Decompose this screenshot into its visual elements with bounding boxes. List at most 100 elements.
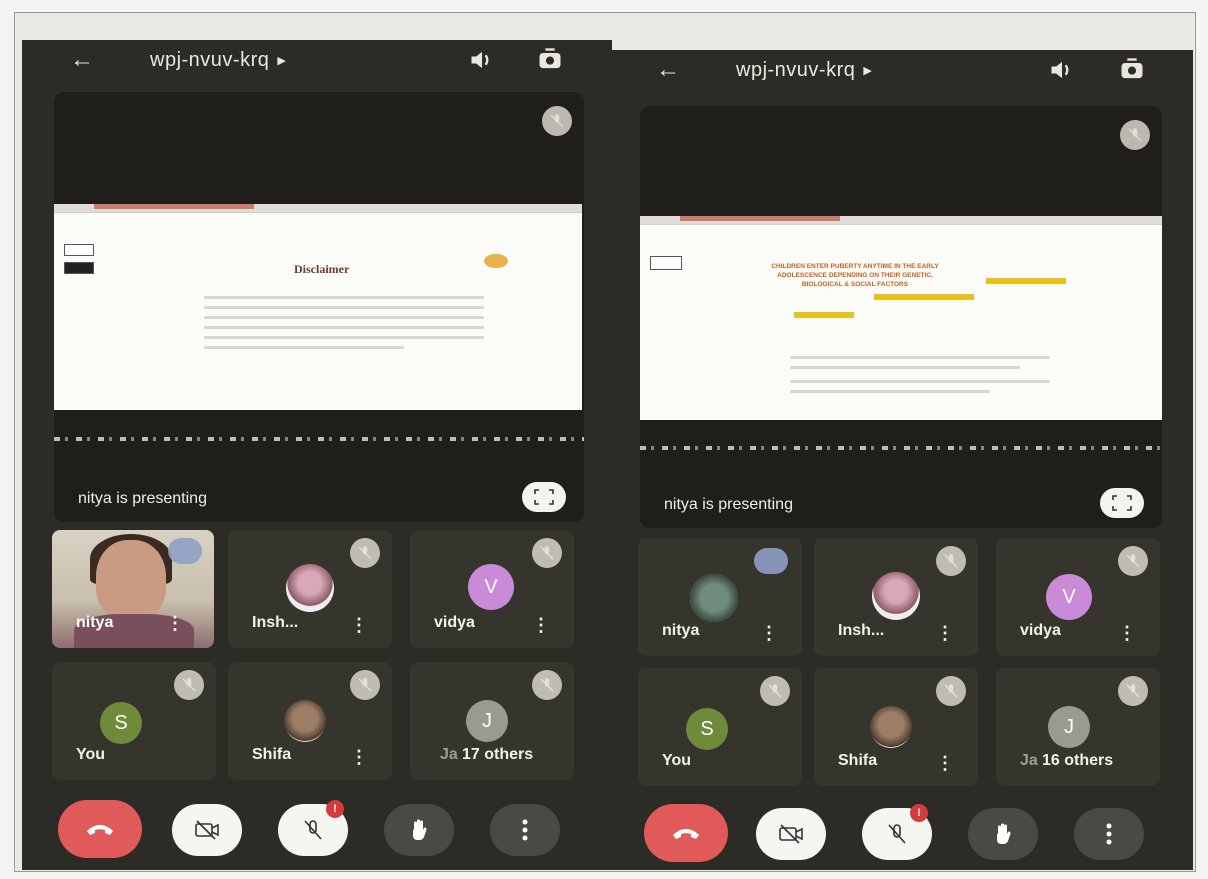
meeting-code[interactable]: wpj-nvuv-krq ▶ [736, 59, 872, 82]
speaking-indicator-icon [754, 548, 788, 574]
participant-tile-nitya[interactable]: nitya ⋮ [52, 530, 214, 648]
end-call-icon [87, 825, 113, 835]
mic-off-icon [532, 538, 562, 568]
participant-tile-you[interactable]: S You [52, 662, 216, 780]
presentation-tile[interactable]: Disclaimer nitya is presenting [54, 92, 584, 522]
participant-tile-insh[interactable]: Insh... ⋮ [228, 530, 392, 648]
top-bar: ← wpj-nvuv-krq ▶ [608, 50, 1193, 90]
mic-off-icon [304, 820, 322, 840]
slide-text-line [790, 380, 1050, 383]
more-options-button[interactable] [490, 804, 560, 856]
participant-name: Insh... [252, 614, 299, 631]
speaking-indicator-icon [168, 538, 202, 564]
camera-toggle-button[interactable] [172, 804, 242, 856]
fullscreen-icon [1112, 495, 1132, 511]
fullscreen-button[interactable] [1100, 488, 1144, 518]
participant-tile-nitya[interactable]: nitya ⋮ [638, 538, 802, 656]
speaker-icon[interactable] [468, 46, 496, 74]
mic-off-icon [936, 676, 966, 706]
slide-heading: CHILDREN ENTER PUBERTY ANYTIME IN THE EA… [771, 263, 939, 288]
participant-tile-vidya[interactable]: V vidya ⋮ [996, 538, 1160, 656]
more-vert-icon[interactable]: ⋮ [166, 613, 184, 634]
more-vert-icon[interactable]: ⋮ [760, 624, 778, 642]
participant-tile-shifa[interactable]: Shifa ⋮ [228, 662, 392, 780]
mic-off-icon [888, 824, 906, 844]
more-vert-icon[interactable]: ⋮ [350, 748, 368, 766]
shared-slide: Disclaimer [54, 204, 582, 410]
avatar: J [466, 700, 508, 742]
meet-screen-left: ← wpj-nvuv-krq ▶ Disclaimer nitya is pres… [22, 40, 612, 870]
avatar [690, 574, 738, 622]
screen-glitch [54, 437, 584, 441]
more-vert-icon[interactable]: ⋮ [936, 624, 954, 642]
mic-toggle-button[interactable]: ! [278, 800, 348, 856]
mic-off-icon [1120, 120, 1150, 150]
mic-toggle-button[interactable]: ! [862, 804, 932, 860]
fullscreen-icon [534, 489, 554, 505]
more-vert-icon [1106, 823, 1112, 845]
more-options-button[interactable] [1074, 808, 1144, 860]
slide-bar [794, 312, 854, 318]
end-call-button[interactable] [644, 804, 728, 862]
more-vert-icon[interactable]: ⋮ [532, 616, 550, 634]
raise-hand-button[interactable] [968, 808, 1038, 860]
participant-name: Ja [1020, 752, 1038, 769]
participant-name: vidya [1020, 622, 1061, 639]
slide-text-line [204, 336, 484, 339]
switch-camera-icon[interactable] [536, 46, 564, 74]
presenting-label: nitya is presenting [78, 490, 207, 507]
meet-screen-right: ← wpj-nvuv-krq ▶ CHILDREN ENTER PUBERTY A… [608, 50, 1193, 870]
participant-name: nitya [662, 622, 700, 639]
fullscreen-button[interactable] [522, 482, 566, 512]
avatar: V [468, 564, 514, 610]
switch-camera-icon[interactable] [1118, 56, 1146, 84]
avatar: J [1048, 706, 1090, 748]
participant-name: Shifa [838, 752, 878, 769]
participant-name: vidya [434, 614, 475, 631]
slide-toolbar [640, 216, 1162, 225]
participant-name: You [76, 746, 106, 763]
meeting-code[interactable]: wpj-nvuv-krq ▶ [150, 49, 286, 72]
participant-tile-shifa[interactable]: Shifa ⋮ [814, 668, 978, 786]
participant-tile-insh[interactable]: Insh... ⋮ [814, 538, 978, 656]
more-vert-icon[interactable]: ⋮ [936, 754, 954, 772]
camera-toggle-button[interactable] [756, 808, 826, 860]
speaker-icon[interactable] [1048, 56, 1076, 84]
mic-off-icon [174, 670, 204, 700]
participant-name: You [662, 752, 692, 769]
more-vert-icon[interactable]: ⋮ [1118, 624, 1136, 642]
back-arrow-icon[interactable]: ← [656, 56, 680, 84]
raise-hand-icon [996, 823, 1011, 845]
slide-text-line [204, 316, 484, 319]
raise-hand-button[interactable] [384, 804, 454, 856]
mic-off-icon [542, 106, 572, 136]
slide-title: Disclaimer [294, 262, 350, 276]
slide-text-line [204, 296, 484, 299]
participant-tile-others[interactable]: J Ja 16 others [996, 668, 1160, 786]
back-arrow-icon[interactable]: ← [70, 46, 94, 74]
presentation-tile[interactable]: CHILDREN ENTER PUBERTY ANYTIME IN THE EA… [640, 106, 1162, 528]
end-call-button[interactable] [58, 800, 142, 858]
mic-off-icon [532, 670, 562, 700]
slide-bar [874, 294, 974, 300]
slide-text-line [790, 390, 990, 393]
slide-text-line [204, 306, 484, 309]
avatar: S [686, 708, 728, 750]
slide-text-line [790, 356, 1050, 359]
participant-name: nitya [76, 614, 114, 631]
mic-off-icon [1118, 546, 1148, 576]
participant-tile-others[interactable]: J Ja 17 others [410, 662, 574, 780]
mic-off-icon [350, 538, 380, 568]
mic-off-icon [760, 676, 790, 706]
participant-tile-you[interactable]: S You [638, 668, 802, 786]
slide-thumbnails [64, 244, 104, 280]
more-vert-icon[interactable]: ⋮ [350, 616, 368, 634]
avatar: V [1046, 574, 1092, 620]
mic-off-icon [936, 546, 966, 576]
top-bar: ← wpj-nvuv-krq ▶ [22, 40, 612, 80]
screen-glitch [640, 446, 1162, 450]
raise-hand-icon [412, 819, 427, 841]
presenting-label: nitya is presenting [664, 496, 793, 513]
participant-tile-vidya[interactable]: V vidya ⋮ [410, 530, 574, 648]
avatar [870, 706, 912, 748]
